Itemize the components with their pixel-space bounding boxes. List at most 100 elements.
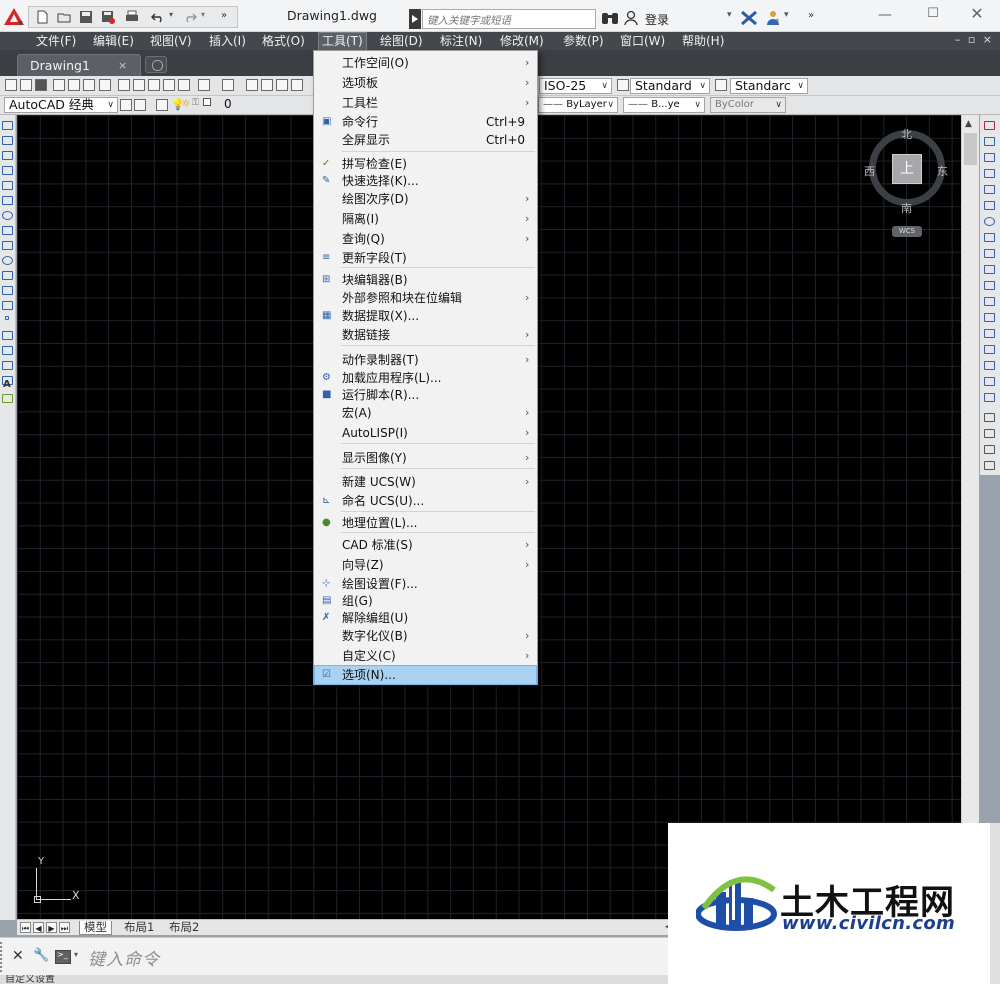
linetype-select[interactable]: —— ByLayer ∨ xyxy=(538,97,618,113)
tools-menu-item[interactable]: 外部参照和块在位编辑 › xyxy=(315,289,536,307)
new-icon[interactable] xyxy=(5,79,17,91)
compass-north[interactable]: 北 xyxy=(901,126,912,142)
first-layout-icon[interactable]: ⏮ xyxy=(20,922,31,933)
help-search-input[interactable]: 键入关键字或短语 xyxy=(422,9,596,29)
tools-menu-item[interactable]: 全屏显示 Ctrl+0 xyxy=(315,131,536,149)
fillet-icon[interactable] xyxy=(984,361,995,370)
undo-dropdown-icon[interactable]: ▾ xyxy=(169,10,173,19)
login-link[interactable]: 登录 xyxy=(645,11,669,28)
titlebar-more-icon[interactable]: » xyxy=(808,10,814,21)
table-style-select[interactable]: Standard ∨ xyxy=(630,78,710,94)
menu-dimension[interactable]: 标注(N) xyxy=(437,33,485,50)
zoom-previous-icon[interactable] xyxy=(291,79,303,91)
line-icon[interactable] xyxy=(2,121,13,130)
plot-icon[interactable] xyxy=(53,79,65,91)
scroll-up-icon[interactable]: ▲ xyxy=(965,119,972,129)
menu-draw[interactable]: 绘图(D) xyxy=(377,33,426,50)
point-icon[interactable] xyxy=(5,316,9,320)
vertical-scrollbar[interactable]: ▲ xyxy=(961,115,979,925)
table-style-icon[interactable] xyxy=(617,79,629,91)
user-icon[interactable] xyxy=(624,10,638,26)
draworder-back-icon[interactable] xyxy=(984,429,995,438)
tab-close-icon[interactable]: × xyxy=(118,59,127,72)
workspace-toggle-icon[interactable] xyxy=(134,99,146,111)
maximize-button[interactable]: ☐ xyxy=(918,6,948,24)
viewcube-top-face[interactable]: 上 xyxy=(892,154,922,184)
ellipse-arc-icon[interactable] xyxy=(2,271,13,280)
tools-menu-item[interactable]: 新建 UCS(W) › xyxy=(315,473,536,491)
new-file-icon[interactable] xyxy=(35,10,49,24)
help-dropdown-icon[interactable]: ▾ xyxy=(784,10,789,20)
paste-icon[interactable] xyxy=(148,79,160,91)
menu-tools[interactable]: 工具(T) xyxy=(318,32,367,51)
dimstyle-select[interactable]: ISO-25 ∨ xyxy=(539,78,612,94)
compass-west[interactable]: 西 xyxy=(864,163,875,179)
circle-icon[interactable] xyxy=(2,211,13,220)
mdi-window-controls[interactable]: – ▫ × xyxy=(955,33,994,46)
move-icon[interactable] xyxy=(984,201,995,210)
tools-menu-item[interactable]: 数据链接 › xyxy=(315,326,536,344)
draworder-under-icon[interactable] xyxy=(984,461,995,470)
menu-help[interactable]: 帮助(H) xyxy=(679,33,727,50)
lineweight-select[interactable]: —— B...ye ∨ xyxy=(623,97,705,113)
binoculars-icon[interactable] xyxy=(600,10,620,26)
tab-layout2[interactable]: 布局2 xyxy=(165,921,203,935)
close-window-button[interactable]: ✕ xyxy=(962,4,992,23)
workspace-select[interactable]: AutoCAD 经典 ∨ xyxy=(4,97,118,113)
scroll-thumb[interactable] xyxy=(964,133,977,165)
menu-modify[interactable]: 修改(M) xyxy=(497,33,547,50)
plot-preview-icon[interactable] xyxy=(68,79,80,91)
break-at-point-icon[interactable] xyxy=(984,297,995,306)
multileader-style-icon[interactable] xyxy=(715,79,727,91)
offset-icon[interactable] xyxy=(984,169,995,178)
trim-icon[interactable] xyxy=(984,265,995,274)
blend-curves-icon[interactable] xyxy=(984,377,995,386)
extend-icon[interactable] xyxy=(984,281,995,290)
sun-icon[interactable]: ☼ xyxy=(181,97,191,110)
redo-icon[interactable] xyxy=(183,10,197,24)
close-icon[interactable]: ✕ xyxy=(12,948,24,964)
tools-menu-item[interactable]: 工作空间(O) › xyxy=(315,54,536,72)
copy-icon[interactable] xyxy=(133,79,145,91)
match-properties-icon[interactable] xyxy=(163,79,175,91)
ellipse-icon[interactable] xyxy=(2,256,13,265)
pan-icon[interactable] xyxy=(246,79,258,91)
search-expand-icon[interactable] xyxy=(409,9,421,29)
login-dropdown-icon[interactable]: ▾ xyxy=(727,10,732,20)
autocad-logo-icon[interactable]: ▼ xyxy=(3,7,25,26)
arc-icon[interactable] xyxy=(2,196,13,205)
stretch-icon[interactable] xyxy=(984,249,995,258)
tools-menu-item[interactable]: ≡ 更新字段(T) xyxy=(315,249,536,267)
block-editor-icon[interactable] xyxy=(178,79,190,91)
ucs-menu[interactable]: WCS xyxy=(892,226,922,237)
tools-menu-item[interactable]: ▦ 数据提取(X)... xyxy=(315,307,536,325)
workspace-settings-icon[interactable] xyxy=(120,99,132,111)
tools-menu-item[interactable]: ⊞ 块编辑器(B) xyxy=(315,271,536,289)
region-icon[interactable] xyxy=(2,361,13,370)
lock-icon[interactable]: ⚿ xyxy=(192,98,199,108)
erase-icon[interactable] xyxy=(984,121,995,130)
open-icon[interactable] xyxy=(20,79,32,91)
tools-menu-item[interactable]: ● 地理位置(L)... xyxy=(315,514,536,532)
multileader-style-select[interactable]: Standarc ∨ xyxy=(730,78,808,94)
tab-layout1[interactable]: 布局1 xyxy=(120,921,158,935)
compass-east[interactable]: 东 xyxy=(937,163,948,179)
copy-object-icon[interactable] xyxy=(984,137,995,146)
scale-icon[interactable] xyxy=(984,233,995,242)
tools-menu-item[interactable]: 隔离(I) › xyxy=(315,210,536,228)
zoom-realtime-icon[interactable] xyxy=(261,79,273,91)
tools-menu-item[interactable]: 动作录制器(T) › xyxy=(315,351,536,369)
polygon-icon[interactable] xyxy=(2,166,13,175)
tools-menu-item[interactable]: ⊾ 命名 UCS(U)... xyxy=(315,492,536,510)
rotate-icon[interactable] xyxy=(984,217,995,226)
tools-menu-item[interactable]: ✗ 解除编组(U) xyxy=(315,609,536,627)
redo-dropdown-icon[interactable]: ▾ xyxy=(201,10,205,19)
wrench-icon[interactable]: 🔧 xyxy=(33,948,49,963)
print-icon[interactable] xyxy=(125,10,139,24)
tools-menu-item[interactable]: ▤ 组(G) xyxy=(315,592,536,610)
tab-drawing1[interactable]: Drawing1 × xyxy=(17,54,141,76)
tools-menu-item[interactable]: ■ 运行脚本(R)... xyxy=(315,386,536,404)
menu-insert[interactable]: 插入(I) xyxy=(206,33,249,50)
join-icon[interactable] xyxy=(984,329,995,338)
chamfer-icon[interactable] xyxy=(984,345,995,354)
